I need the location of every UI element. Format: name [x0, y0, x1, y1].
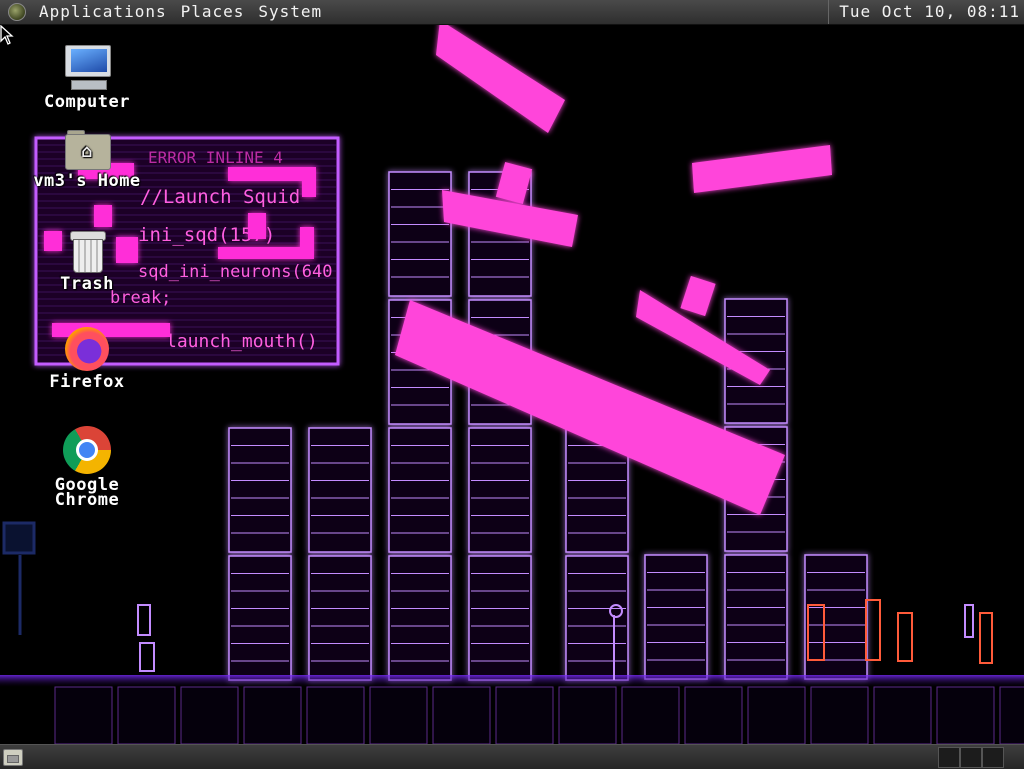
mouse-pointer-icon: [0, 25, 14, 45]
desktop-icon-label: Computer: [44, 92, 130, 112]
code-line: launch_mouth(): [166, 331, 318, 352]
workspace-switcher-3[interactable]: [982, 747, 1004, 768]
distro-logo-icon[interactable]: [8, 3, 26, 21]
left-structure: [2, 521, 36, 635]
desktop-icon-trash[interactable]: Trash: [12, 229, 162, 294]
floor-cabinets: [54, 686, 1024, 744]
menu-applications[interactable]: Applications: [32, 0, 174, 24]
show-desktop-icon[interactable]: [3, 749, 23, 766]
menu-system[interactable]: System: [251, 0, 329, 24]
top-panel: Applications Places System Tue Oct 10, 0…: [0, 0, 1024, 25]
desktop-icon-computer[interactable]: Computer: [12, 45, 162, 112]
code-line: //Launch Squid: [140, 186, 300, 208]
trash-icon: [69, 229, 106, 273]
desktop-icon-firefox[interactable]: Firefox: [12, 327, 162, 392]
menu-places[interactable]: Places: [174, 0, 252, 24]
workspace-switcher-2[interactable]: [960, 747, 982, 768]
code-line: sqd_ini_neurons(640: [138, 262, 332, 282]
computer-icon: [63, 45, 111, 91]
chrome-icon: [63, 426, 111, 474]
code-line: ERROR INLINE 4: [148, 148, 283, 167]
firefox-icon: [65, 327, 109, 371]
bottom-panel: [0, 744, 1024, 769]
desktop-icon-label: Chrome: [54, 490, 120, 510]
desktop-icon-label: vm3's Home: [33, 171, 141, 191]
desktop-icon-home[interactable]: ⌂ vm3's Home: [12, 130, 162, 191]
home-folder-icon: ⌂: [64, 130, 111, 170]
desktop-icon-label: Firefox: [49, 372, 125, 392]
clock[interactable]: Tue Oct 10, 08:11: [828, 0, 1020, 24]
desktop-icon-label: Trash: [60, 274, 114, 294]
desktop-icon-chrome[interactable]: Google Chrome: [12, 426, 162, 510]
desktop-wallpaper: ERROR INLINE 4 //Launch Squid ini_sqd(15…: [0, 25, 1024, 744]
workspace-switcher-1[interactable]: [938, 747, 960, 768]
